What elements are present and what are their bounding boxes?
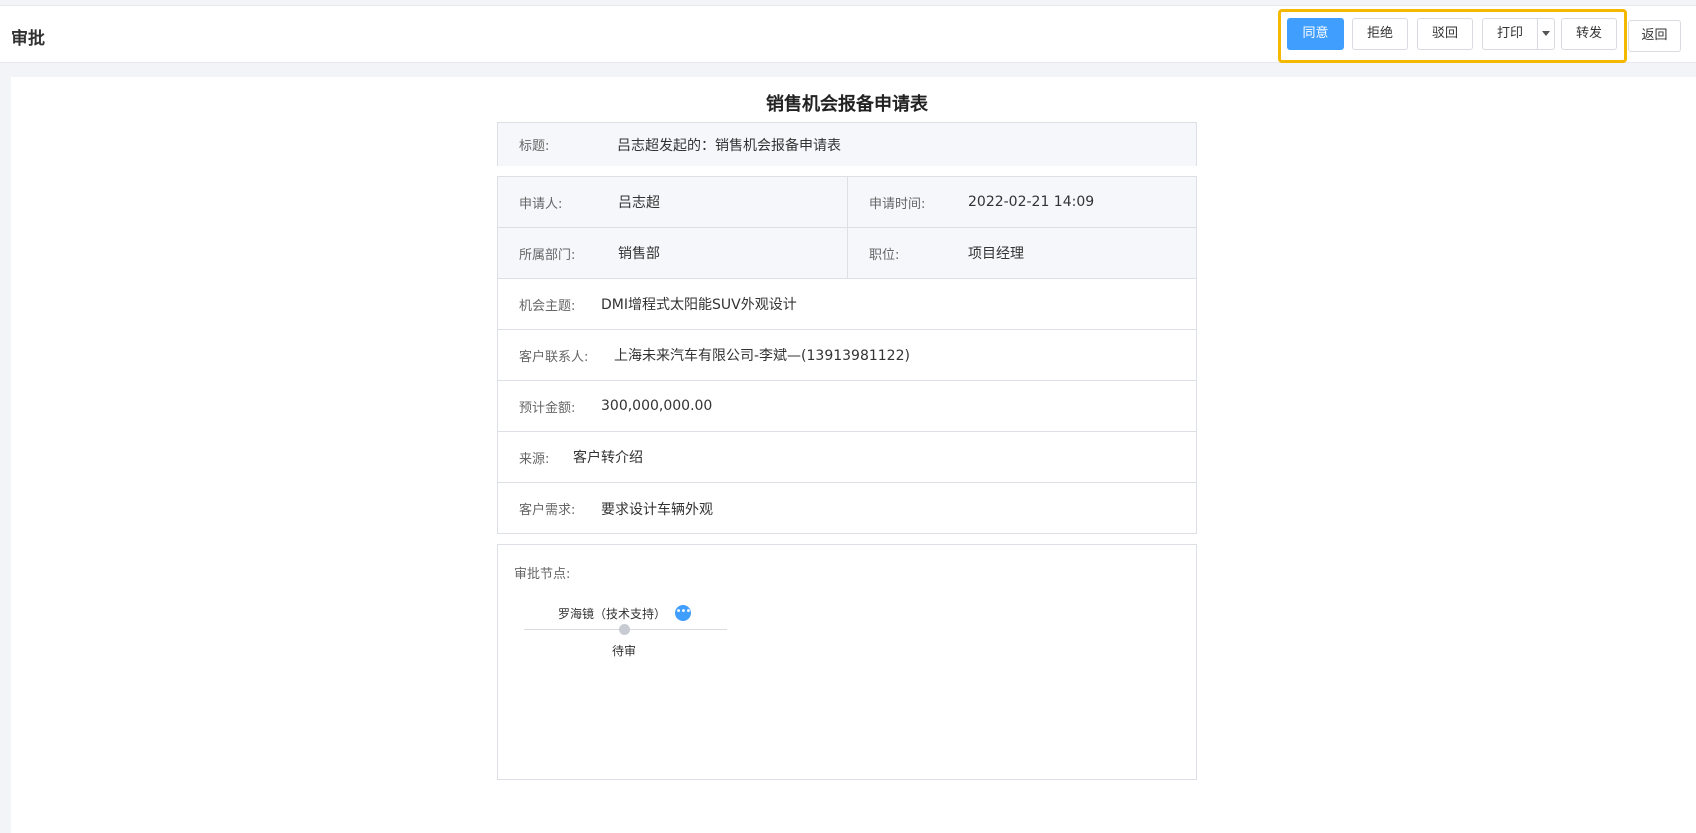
top-toolbar: 审批 同意 拒绝 驳回 打印 转发 返回 (0, 5, 1696, 63)
approval-node-status: 待审 (612, 644, 637, 658)
contact-row: 客户联系人: 上海未来汽车有限公司-李斌—(13913981122) (498, 330, 1196, 381)
details-panel: 申请人: 吕志超 申请时间: 2022-02-21 14:09 所属部门: 销售… (497, 176, 1197, 534)
source-label: 来源: (519, 451, 550, 467)
subject-row: 标题: 吕志超发起的：销售机会报备申请表 (498, 123, 1196, 166)
approval-label: 审批节点: (514, 567, 571, 582)
more-icon[interactable]: ••• (675, 605, 691, 621)
position-value: 项目经理 (968, 246, 1024, 262)
subject-panel: 标题: 吕志超发起的：销售机会报备申请表 (497, 122, 1197, 166)
chevron-down-icon (1542, 31, 1550, 36)
department-cell: 所属部门: 销售部 (498, 228, 847, 278)
subject-value: 吕志超发起的：销售机会报备申请表 (617, 137, 841, 154)
department-value: 销售部 (618, 246, 660, 262)
applicant-label: 申请人: (519, 196, 563, 212)
return-button[interactable]: 驳回 (1417, 18, 1473, 50)
back-button[interactable]: 返回 (1628, 20, 1681, 52)
topic-label: 机会主题: (519, 298, 576, 314)
applicant-value: 吕志超 (618, 195, 660, 211)
page-title: 审批 (11, 29, 45, 49)
apply-time-cell: 申请时间: 2022-02-21 14:09 (847, 177, 1196, 227)
approval-node-dot (619, 624, 630, 635)
applicant-cell: 申请人: 吕志超 (498, 177, 847, 227)
demand-label: 客户需求: (519, 503, 576, 518)
position-cell: 职位: 项目经理 (847, 228, 1196, 278)
department-row: 所属部门: 销售部 职位: 项目经理 (498, 228, 1196, 279)
amount-row: 预计金额: 300,000,000.00 (498, 381, 1196, 432)
contact-label: 客户联系人: (519, 349, 589, 365)
subject-label: 标题: (519, 139, 550, 154)
department-label: 所属部门: (519, 247, 576, 263)
form-title: 销售机会报备申请表 (766, 94, 928, 115)
applicant-row: 申请人: 吕志超 申请时间: 2022-02-21 14:09 (498, 177, 1196, 228)
approval-panel: 审批节点: 罗海镜（技术支持） ••• 待审 (497, 544, 1197, 780)
demand-row: 客户需求: 要求设计车辆外观 (498, 483, 1196, 534)
amount-label: 预计金额: (519, 400, 576, 416)
approval-node-name: 罗海镜（技术支持） (558, 607, 667, 621)
position-label: 职位: (869, 247, 900, 263)
reject-button[interactable]: 拒绝 (1352, 18, 1408, 50)
demand-value: 要求设计车辆外观 (601, 501, 713, 518)
topic-row: 机会主题: DMI增程式太阳能SUV外观设计 (498, 279, 1196, 330)
contact-value: 上海未来汽车有限公司-李斌—(13913981122) (614, 348, 910, 364)
forward-button[interactable]: 转发 (1561, 18, 1617, 50)
print-dropdown-button[interactable] (1537, 18, 1555, 50)
amount-value: 300,000,000.00 (601, 398, 713, 414)
source-row: 来源: 客户转介绍 (498, 432, 1196, 483)
apply-time-value: 2022-02-21 14:09 (968, 194, 1095, 210)
source-value: 客户转介绍 (573, 450, 643, 466)
apply-time-label: 申请时间: (869, 196, 926, 212)
print-button[interactable]: 打印 (1482, 18, 1538, 50)
topic-value: DMI增程式太阳能SUV外观设计 (601, 297, 797, 313)
approve-button[interactable]: 同意 (1287, 18, 1344, 50)
